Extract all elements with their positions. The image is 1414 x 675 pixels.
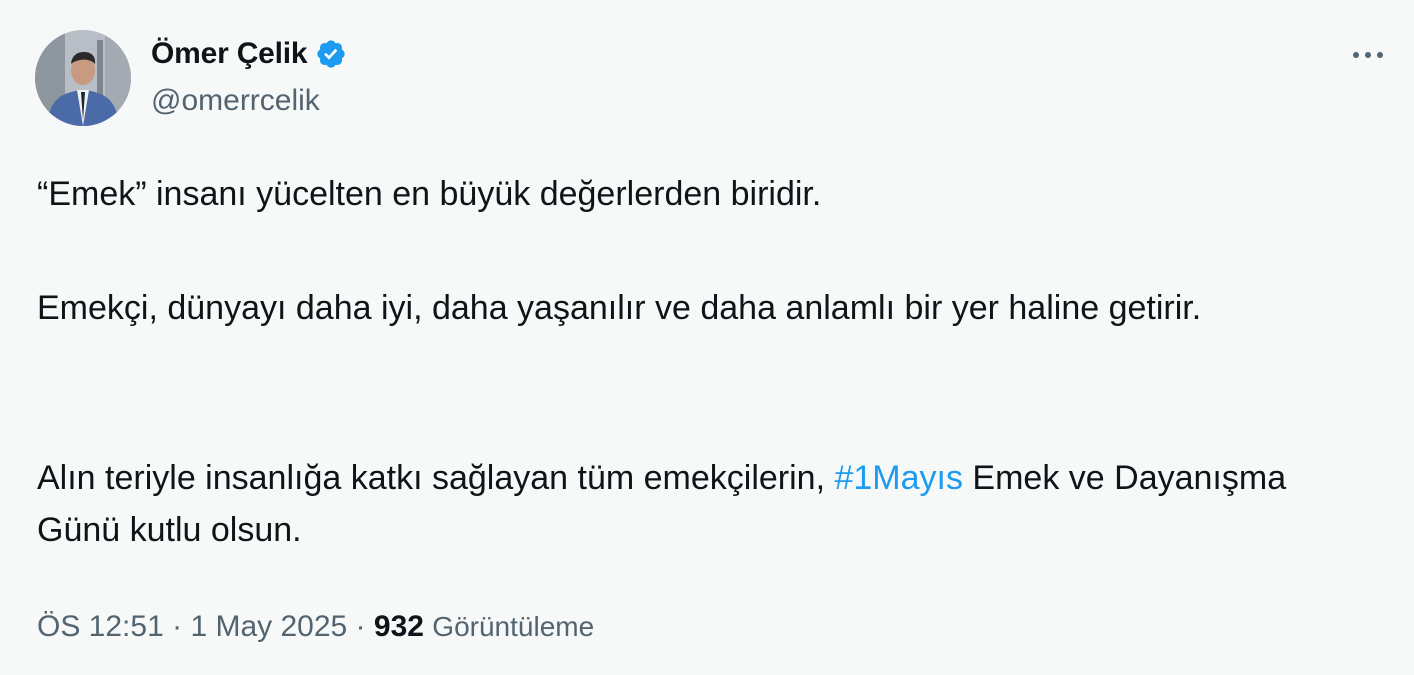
tweet-date[interactable]: 1 May 2025	[190, 610, 347, 643]
profile-photo-icon	[35, 30, 131, 126]
author-name-row[interactable]: Ömer Çelik	[151, 34, 347, 74]
tweet-paragraph: “Emek” insanı yücelten en büyük değerler…	[37, 175, 822, 213]
tweet-card: Ömer Çelik @omerrcelik “Emek” insanı yüc…	[0, 0, 1414, 675]
hashtag-link[interactable]: #1Mayıs	[834, 459, 963, 497]
tweet-time[interactable]: ÖS 12:51	[37, 610, 164, 643]
meta-separator: ·	[347, 610, 374, 643]
views-label: Görüntüleme	[432, 611, 595, 642]
verified-badge-icon	[315, 38, 347, 70]
avatar[interactable]	[35, 30, 131, 126]
tweet-text-segment: Alın teriyle insanlığa katkı sağlayan tü…	[37, 459, 835, 497]
more-options-button[interactable]	[1348, 40, 1388, 70]
views-count: 932	[373, 610, 424, 643]
author-display-name[interactable]: Ömer Çelik	[151, 37, 308, 71]
tweet-paragraph: Emekçi, dünyayı daha iyi, daha yaşanılır…	[37, 289, 1202, 327]
author-handle[interactable]: @omerrcelik	[151, 84, 320, 118]
tweet-meta: ÖS 12:51 · 1 May 2025 · 932 Görüntüleme	[37, 610, 594, 644]
more-horizontal-icon	[1353, 52, 1383, 58]
tweet-paragraph: Alın teriyle insanlığa katkı sağlayan tü…	[37, 452, 1357, 556]
meta-separator: ·	[163, 610, 191, 643]
